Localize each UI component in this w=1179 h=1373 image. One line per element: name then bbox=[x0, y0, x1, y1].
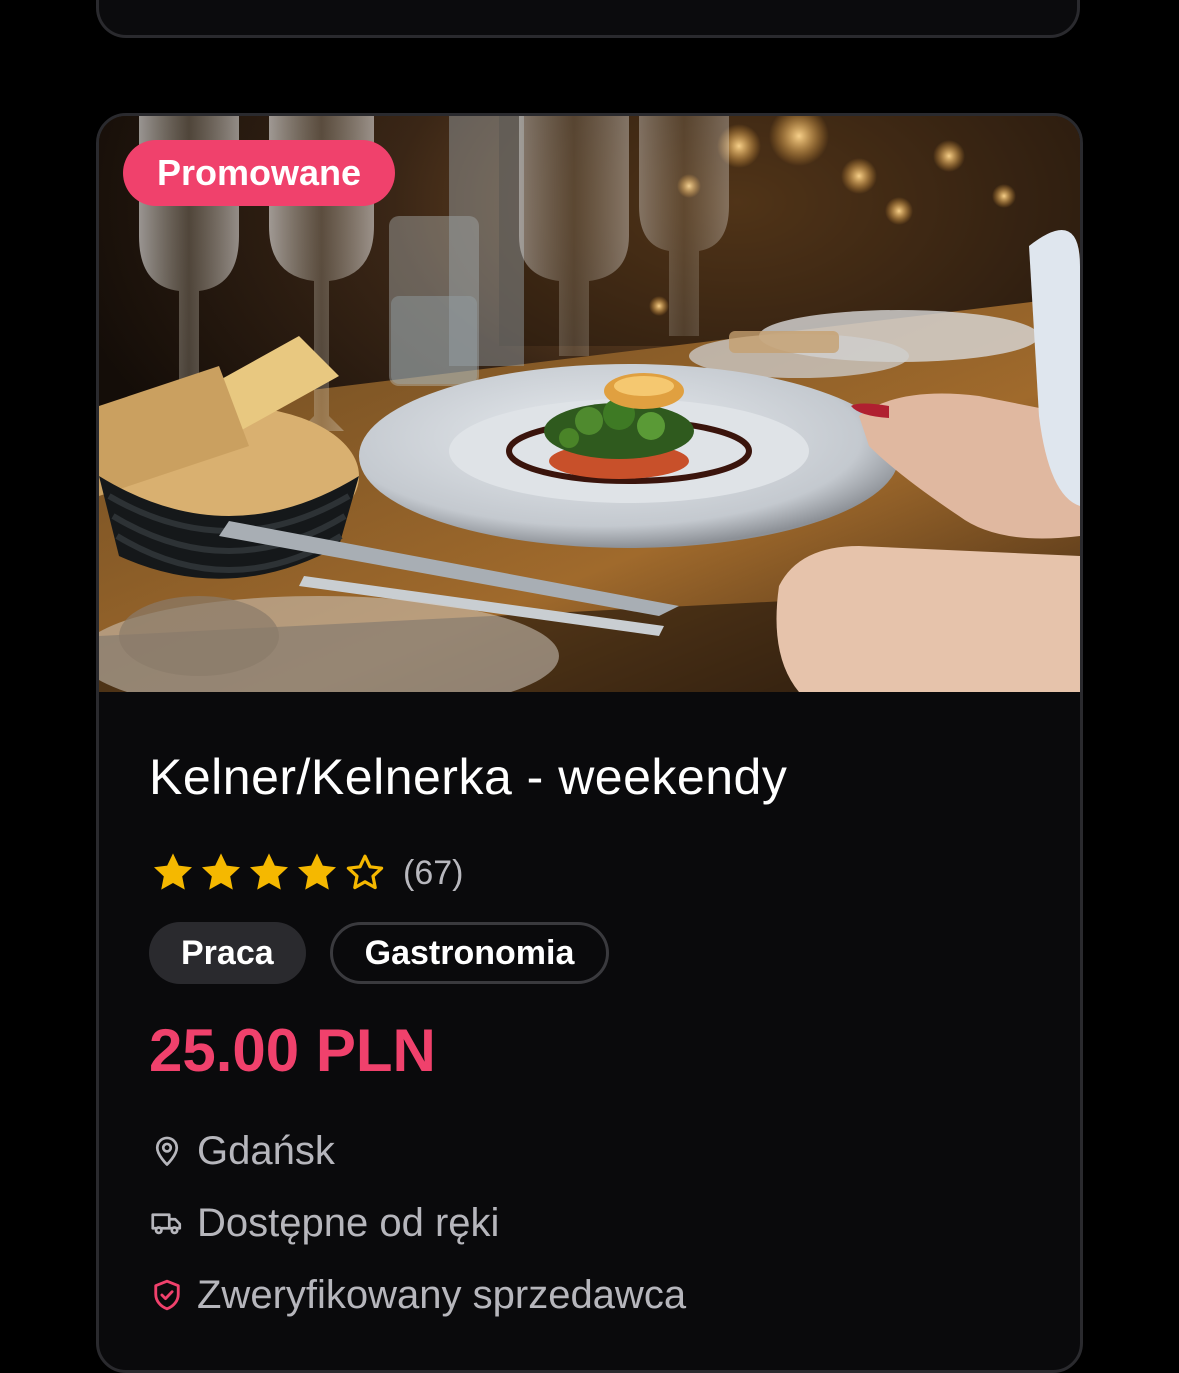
tag-subcategory[interactable]: Gastronomia bbox=[329, 922, 610, 984]
previous-listing-card[interactable] bbox=[96, 0, 1080, 38]
tag-category[interactable]: Praca bbox=[149, 922, 306, 984]
map-pin-icon bbox=[155, 1136, 179, 1166]
seller-row: Zweryfikowany sprzedawca bbox=[149, 1270, 686, 1320]
location-text: Gdańsk bbox=[197, 1128, 335, 1173]
review-count: (67) bbox=[403, 853, 464, 892]
listing-photo[interactable]: Promowane bbox=[99, 116, 1080, 692]
rating: (67) bbox=[149, 849, 463, 897]
listing-title[interactable]: Kelner/Kelnerka - weekendy bbox=[149, 748, 787, 806]
tag-list: Praca Gastronomia bbox=[149, 922, 610, 984]
availability-text: Dostępne od ręki bbox=[197, 1200, 500, 1245]
star-filled-icon bbox=[202, 853, 240, 890]
shield-check-icon bbox=[154, 1279, 180, 1311]
seller-text: Zweryfikowany sprzedawca bbox=[197, 1272, 687, 1317]
price: 25.00 PLN bbox=[149, 1017, 436, 1084]
location-row: Gdańsk bbox=[149, 1126, 335, 1176]
availability-row: Dostępne od ręki bbox=[149, 1198, 499, 1248]
star-filled-icon bbox=[154, 853, 192, 890]
promoted-badge: Promowane bbox=[123, 140, 396, 206]
star-filled-icon bbox=[250, 853, 288, 890]
star-filled-icon bbox=[298, 853, 336, 890]
truck-icon bbox=[151, 1213, 182, 1235]
listing-card[interactable]: Promowane Kelner/Kelnerka - weekendy (67… bbox=[96, 113, 1083, 1373]
star-outline-icon bbox=[346, 854, 384, 890]
